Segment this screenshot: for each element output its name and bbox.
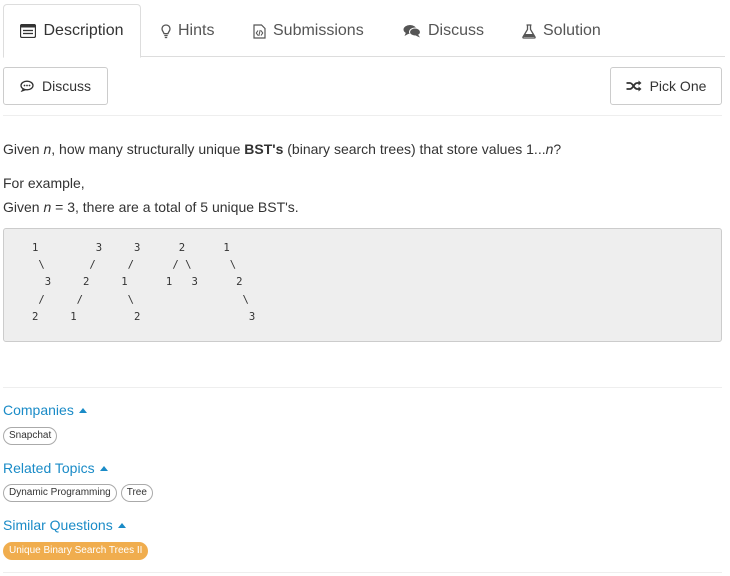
example-code-block: 1 3 3 2 1 \ / / / \ \ 3 2 1 1 3 2 / / \ …: [3, 228, 722, 342]
shuffle-icon: [626, 80, 642, 92]
comments-icon: [403, 24, 421, 38]
discuss-button-label: Discuss: [41, 78, 91, 94]
example-heading: For example,: [3, 175, 85, 191]
companies-title: Companies: [3, 402, 74, 418]
caret-up-icon: [117, 522, 126, 528]
caret-up-icon: [99, 465, 108, 471]
tag-link[interactable]: Snapchat: [3, 427, 58, 445]
tab-submissions[interactable]: Submissions: [253, 5, 364, 57]
tag-link[interactable]: Dynamic Programming: [3, 484, 117, 502]
lightbulb-icon: [161, 23, 171, 39]
document-icon: [20, 24, 37, 38]
tab-hints[interactable]: Hints: [161, 5, 214, 57]
companies-tag-list: Snapchat: [3, 427, 58, 445]
divider: [3, 387, 722, 388]
tab-solution[interactable]: Solution: [522, 5, 601, 57]
tab-discuss-label: Discuss: [428, 22, 485, 39]
example-text: Given n = 3, there are a total of 5 uniq…: [3, 199, 299, 215]
pick-one-button-label: Pick One: [649, 78, 707, 94]
tab-discuss[interactable]: Discuss: [403, 5, 484, 57]
problem-question: Given n, how many structurally unique BS…: [3, 141, 562, 157]
similar-questions-title: Similar Questions: [3, 517, 113, 533]
tab-hints-label: Hints: [178, 22, 215, 39]
divider: [3, 115, 722, 116]
related-topics-title: Related Topics: [3, 460, 95, 476]
discuss-button[interactable]: Discuss: [3, 67, 108, 105]
tab-submissions-label: Submissions: [273, 22, 364, 39]
tag-link[interactable]: Unique Binary Search Trees II: [3, 542, 149, 560]
related-topics-tag-list: Dynamic Programming Tree: [3, 484, 153, 502]
related-topics-toggle[interactable]: Related Topics: [3, 460, 108, 476]
flask-icon: [522, 23, 536, 39]
tab-description[interactable]: Description: [3, 4, 141, 58]
companies-toggle[interactable]: Companies: [3, 402, 87, 418]
code-file-icon: [253, 23, 266, 39]
comment-icon: [20, 80, 34, 92]
problem-tabs: Description Hints Submissions Discuss So…: [3, 0, 725, 58]
tag-link[interactable]: Tree: [120, 484, 153, 502]
similar-questions-tag-list: Unique Binary Search Trees II: [3, 542, 149, 560]
similar-questions-toggle[interactable]: Similar Questions: [3, 517, 126, 533]
tab-solution-label: Solution: [543, 22, 601, 39]
tab-description-label: Description: [43, 22, 124, 39]
caret-up-icon: [78, 407, 87, 413]
pick-one-button[interactable]: Pick One: [610, 67, 722, 105]
divider: [3, 572, 722, 573]
